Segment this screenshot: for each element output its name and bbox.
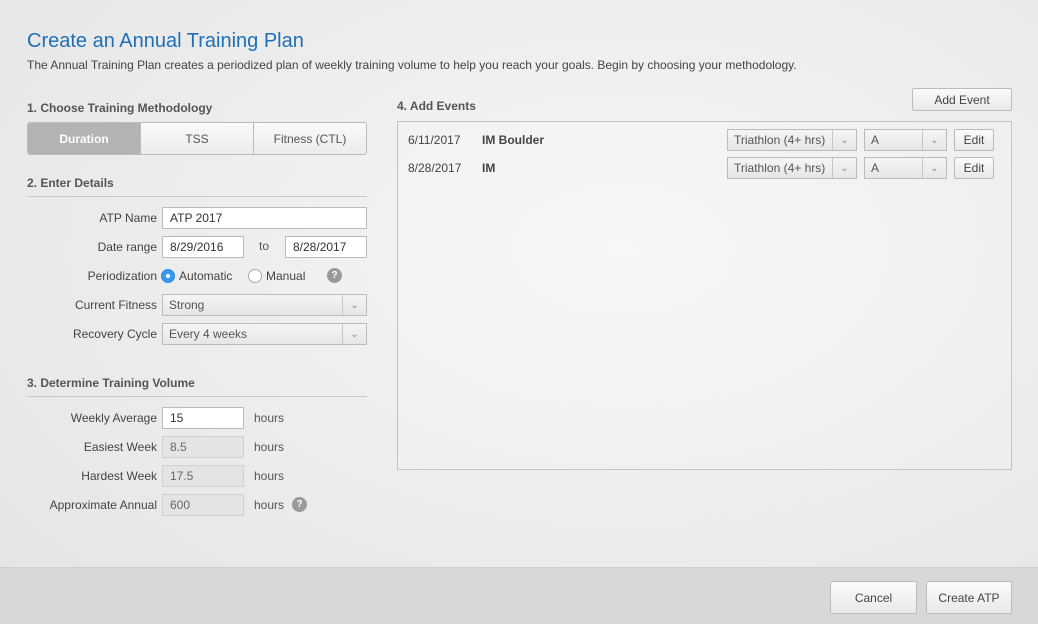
- event-name: IM Boulder: [482, 133, 544, 147]
- weekly-average-label: Weekly Average: [70, 411, 157, 425]
- hardest-week-unit: hours: [254, 469, 285, 483]
- periodization-manual-label: Manual: [266, 269, 306, 283]
- event-priority-select[interactable]: A ⌄: [864, 129, 947, 151]
- approximate-annual-unit: hours: [254, 498, 285, 512]
- periodization-automatic-radio[interactable]: [161, 269, 175, 283]
- atp-name-label: ATP Name: [99, 211, 157, 225]
- current-fitness-value: Strong: [169, 298, 205, 312]
- page-title: Create an Annual Training Plan: [27, 30, 304, 52]
- create-atp-button[interactable]: Create ATP: [926, 581, 1012, 614]
- date-start-input[interactable]: 8/29/2016: [162, 236, 244, 258]
- periodization-automatic-label: Automatic: [179, 269, 233, 283]
- periodization-label: Periodization: [87, 269, 157, 283]
- event-type-value: Triathlon (4+ hrs): [734, 161, 826, 175]
- date-end-input[interactable]: 8/28/2017: [285, 236, 367, 258]
- methodology-heading: 1. Choose Training Methodology: [27, 101, 213, 115]
- event-date: 8/28/2017: [408, 161, 462, 175]
- easiest-week-unit: hours: [254, 440, 285, 454]
- date-to-label: to: [259, 239, 270, 253]
- event-type-value: Triathlon (4+ hrs): [734, 133, 826, 147]
- chevron-down-icon: ⌄: [342, 295, 366, 315]
- event-edit-button[interactable]: Edit: [954, 157, 994, 179]
- event-date: 6/11/2017: [408, 133, 461, 147]
- methodology-fitness-button[interactable]: Fitness (CTL): [254, 123, 366, 154]
- methodology-segmented-control: Duration TSS Fitness (CTL): [27, 122, 367, 155]
- date-range-label: Date range: [97, 240, 157, 254]
- event-type-select[interactable]: Triathlon (4+ hrs) ⌄: [727, 129, 857, 151]
- current-fitness-select[interactable]: Strong ⌄: [162, 294, 367, 316]
- atp-name-input[interactable]: ATP 2017: [162, 207, 367, 229]
- approximate-annual-label: Approximate Annual: [49, 498, 157, 512]
- weekly-average-unit: hours: [254, 411, 285, 425]
- event-priority-value: A: [871, 133, 880, 147]
- event-type-select[interactable]: Triathlon (4+ hrs) ⌄: [727, 157, 857, 179]
- add-event-button[interactable]: Add Event: [912, 88, 1012, 111]
- event-name: IM: [482, 161, 496, 175]
- annual-help-icon[interactable]: ?: [292, 497, 307, 512]
- periodization-help-icon[interactable]: ?: [327, 268, 342, 283]
- easiest-week-value: 8.5: [162, 436, 244, 458]
- methodology-duration-button[interactable]: Duration: [28, 123, 141, 154]
- approximate-annual-value: 600: [162, 494, 244, 516]
- recovery-cycle-label: Recovery Cycle: [72, 327, 157, 341]
- recovery-cycle-value: Every 4 weeks: [169, 327, 248, 341]
- events-heading: 4. Add Events: [397, 99, 476, 113]
- event-priority-select[interactable]: A ⌄: [864, 157, 947, 179]
- page-subtitle: The Annual Training Plan creates a perio…: [27, 58, 797, 72]
- hardest-week-label: Hardest Week: [81, 469, 157, 483]
- event-priority-value: A: [871, 161, 880, 175]
- chevron-down-icon: ⌄: [342, 324, 366, 344]
- event-edit-button[interactable]: Edit: [954, 129, 994, 151]
- weekly-average-input[interactable]: 15: [162, 407, 244, 429]
- chevron-down-icon: ⌄: [922, 158, 946, 178]
- hardest-week-value: 17.5: [162, 465, 244, 487]
- periodization-manual-radio[interactable]: [248, 269, 262, 283]
- chevron-down-icon: ⌄: [832, 158, 856, 178]
- recovery-cycle-select[interactable]: Every 4 weeks ⌄: [162, 323, 367, 345]
- easiest-week-label: Easiest Week: [83, 440, 157, 454]
- details-heading: 2. Enter Details: [27, 176, 114, 190]
- volume-heading: 3. Determine Training Volume: [27, 376, 195, 390]
- methodology-tss-button[interactable]: TSS: [141, 123, 254, 154]
- current-fitness-label: Current Fitness: [74, 298, 157, 312]
- details-divider: [27, 196, 367, 197]
- chevron-down-icon: ⌄: [922, 130, 946, 150]
- cancel-button[interactable]: Cancel: [830, 581, 917, 614]
- volume-divider: [27, 396, 367, 397]
- chevron-down-icon: ⌄: [832, 130, 856, 150]
